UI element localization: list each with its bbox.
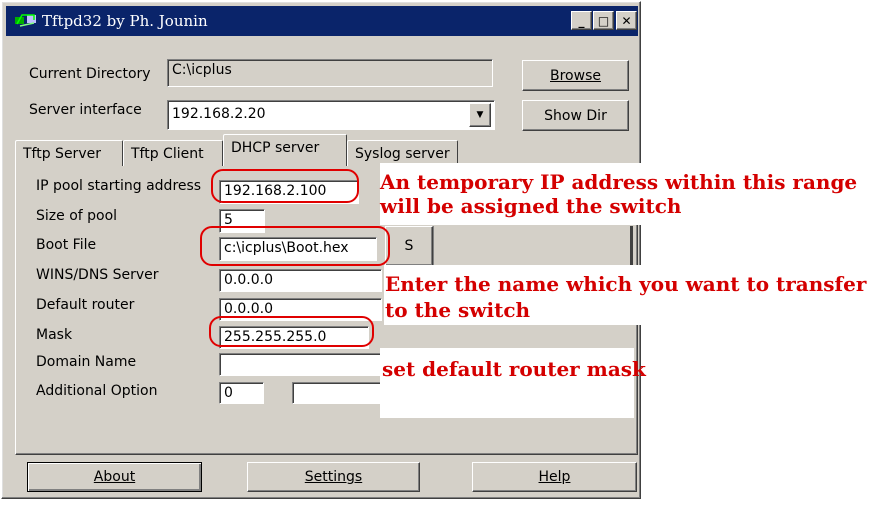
settings-label: Settings: [304, 469, 363, 485]
maximize-button[interactable]: □: [593, 11, 614, 30]
frame-edge: [630, 226, 633, 266]
tab-tftp-client[interactable]: Tftp Client: [123, 140, 223, 166]
network-app-icon: [14, 12, 38, 32]
minimize-button[interactable]: _: [571, 11, 592, 30]
help-label: Help: [538, 469, 571, 485]
additional-option-label: Additional Option: [36, 383, 158, 399]
window-title: Tftpd32 by Ph. Jounin: [42, 12, 208, 30]
default-router-label: Default router: [36, 297, 135, 313]
show-dir-label: Show Dir: [544, 107, 607, 124]
boot-file-highlight: [200, 226, 390, 266]
browse-label: Browse: [550, 67, 601, 84]
additional-option-input[interactable]: 0: [219, 382, 264, 404]
domain-name-label: Domain Name: [36, 354, 137, 370]
close-button[interactable]: ✕: [616, 11, 637, 30]
current-directory-label: Current Directory: [29, 66, 151, 82]
ip-pool-highlight: [211, 169, 359, 203]
boot-annotation-line2: to the switch: [385, 298, 531, 322]
additional-option-value-input[interactable]: [292, 382, 384, 404]
right-side-area: [433, 226, 633, 266]
close-icon: ✕: [621, 13, 632, 28]
server-interface-value: 192.168.2.20: [172, 106, 266, 122]
ip-pool-label: IP pool starting address: [36, 178, 202, 194]
help-button[interactable]: Help: [472, 462, 637, 492]
boot-annotation-line1: Enter the name which you want to transfe…: [385, 272, 867, 296]
mask-label: Mask: [36, 327, 73, 343]
size-of-pool-label: Size of pool: [36, 208, 118, 224]
tab-label: Tftp Server: [23, 146, 101, 162]
about-label: About: [93, 469, 136, 485]
about-button[interactable]: About: [27, 462, 202, 492]
mask-highlight: [209, 316, 374, 347]
ip-range-annotation-line2: will be assigned the switch: [380, 194, 682, 218]
tab-label: DHCP server: [231, 140, 320, 156]
maximize-icon: □: [597, 13, 610, 28]
settings-button[interactable]: Settings: [247, 462, 420, 492]
dropdown-button[interactable]: ▼: [469, 103, 491, 127]
show-dir-button[interactable]: Show Dir: [522, 100, 629, 131]
minimize-icon: _: [578, 13, 585, 28]
browse-button[interactable]: Browse: [522, 60, 629, 91]
mask-annotation: set default router mask: [382, 357, 646, 381]
tab-dhcp-server[interactable]: DHCP server: [223, 134, 347, 166]
wins-dns-input[interactable]: 0.0.0.0: [219, 269, 382, 292]
chevron-down-icon: ▼: [476, 110, 484, 120]
title-bar[interactable]: Tftpd32 by Ph. Jounin _ □ ✕: [6, 6, 638, 36]
tab-label: Tftp Client: [131, 146, 204, 162]
server-interface-select[interactable]: 192.168.2.20 ▼: [167, 100, 495, 130]
server-interface-label: Server interface: [29, 102, 142, 118]
wins-dns-label: WINS/DNS Server: [36, 267, 159, 283]
boot-file-label: Boot File: [36, 237, 97, 253]
current-directory-field[interactable]: C:\icplus: [167, 59, 493, 87]
domain-name-input[interactable]: [219, 353, 382, 376]
s-button[interactable]: S: [385, 226, 433, 266]
tab-label: Syslog server: [355, 146, 450, 162]
tab-tftp-server[interactable]: Tftp Server: [15, 140, 123, 166]
ip-range-annotation-line1: An temporary IP address within this rang…: [380, 170, 858, 194]
s-button-label: S: [404, 238, 414, 254]
